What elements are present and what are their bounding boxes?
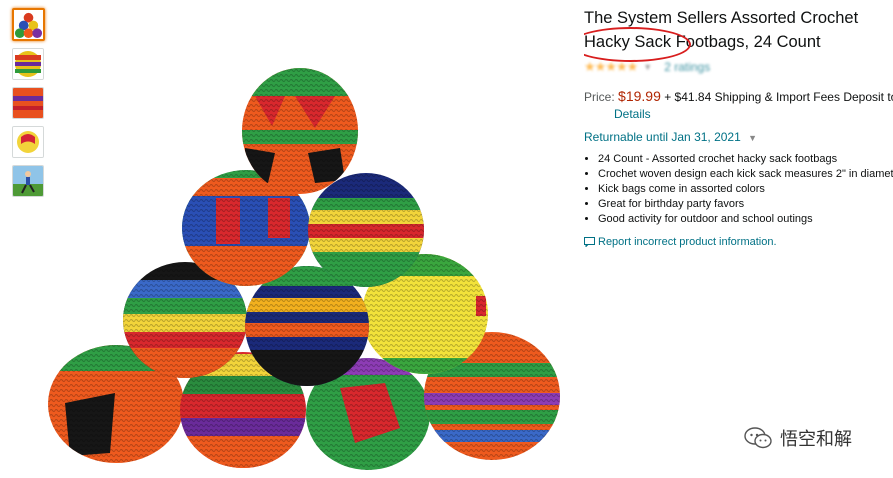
rating-row: ★★★★★ ▼ 2 ratings [584,57,893,77]
feature-bullets: 24 Count - Assorted crochet hacky sack f… [584,152,893,227]
product-title: The System Sellers Assorted Crochet Hack… [584,6,889,62]
report-info-link[interactable]: Report incorrect product information. [584,236,893,248]
main-product-image[interactable] [40,58,570,470]
ratings-count-link[interactable]: 2 ratings [664,60,710,74]
striped-sack-thumb-icon [13,49,43,79]
shipping-text: + $41.84 Shipping & Import Fees Deposit … [664,90,893,104]
orange-sack-thumb-icon [13,88,43,118]
feature-bullet: 24 Count - Assorted crochet hacky sack f… [598,152,893,167]
thumbnail-pyramid[interactable] [12,8,45,41]
returnable-link[interactable]: Returnable until Jan 31, 2021 ▼ [584,130,893,144]
feature-bullet: Crochet woven design each kick sack meas… [598,167,893,182]
outdoor-player-thumb-icon [13,166,43,196]
details-link[interactable]: Details [584,106,893,122]
feature-bullet: Kick bags come in assorted colors [598,182,893,197]
watermark-text: 悟空和解 [780,429,852,450]
feedback-icon [584,237,595,247]
yellow-red-sack-thumb-icon [13,127,43,157]
hacky-sack-pyramid-image [48,68,560,470]
returnable-text[interactable]: Returnable until Jan 31, 2021 [584,130,741,144]
price-value: $19.99 [618,88,661,104]
report-info-text[interactable]: Report incorrect product information. [598,236,777,248]
price-row: Price: $19.99 + $41.84 Shipping & Import… [584,87,893,106]
sack-pyramid-thumb-icon [14,12,43,39]
feature-bullet: Good activity for outdoor and school out… [598,212,893,227]
product-info-panel: The System Sellers Assorted Crochet Hack… [584,6,893,248]
feature-bullet: Great for birthday party favors [598,197,893,212]
chevron-down-icon[interactable]: ▼ [748,133,757,143]
price-label: Price: [584,90,615,104]
star-rating-icon[interactable]: ★★★★★ [584,59,638,75]
watermark: 悟空和解 [744,425,852,451]
wechat-icon [744,427,772,449]
chevron-down-icon[interactable]: ▼ [643,62,652,72]
